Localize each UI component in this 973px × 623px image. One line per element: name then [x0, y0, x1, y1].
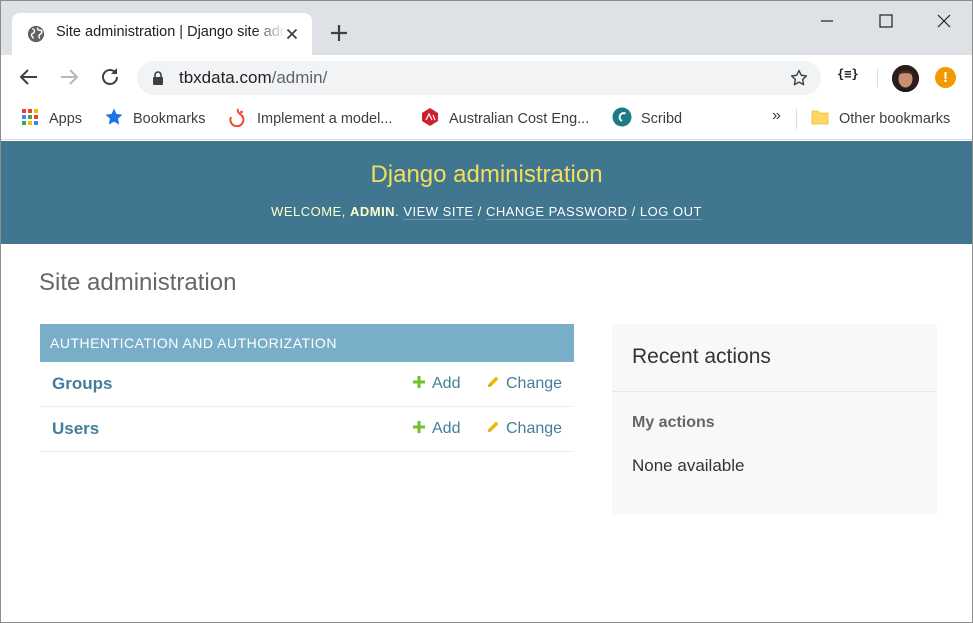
- bookmark-bookmarks[interactable]: Bookmarks: [133, 109, 206, 129]
- tab-title: Site administration | Django site admin: [56, 24, 286, 40]
- reload-icon[interactable]: [98, 65, 122, 89]
- address-bar[interactable]: tbxdata.com/admin/: [137, 61, 821, 95]
- pencil-icon: [488, 421, 499, 432]
- url-path: /admin/: [271, 68, 328, 87]
- my-actions-heading: My actions: [632, 414, 715, 431]
- period: .: [395, 204, 400, 219]
- bookmarks-overflow-chevron[interactable]: »: [772, 107, 781, 125]
- username: admin: [349, 204, 396, 219]
- bookmark-star-icon[interactable]: [789, 68, 809, 88]
- user-tools: Welcome, admin. View site / Change passw…: [1, 204, 972, 220]
- change-label: Change: [506, 420, 563, 437]
- minimize-icon[interactable]: [815, 9, 839, 33]
- back-arrow-icon[interactable]: [17, 65, 41, 89]
- bookmark-implement-a-model[interactable]: Implement a model...: [257, 109, 392, 129]
- update-alert-icon[interactable]: !: [935, 67, 956, 88]
- separator: /: [477, 204, 482, 219]
- change-groups-link[interactable]: Change: [486, 375, 562, 393]
- model-link-groups[interactable]: Groups: [52, 374, 112, 394]
- active-tab[interactable]: Site administration | Django site admin: [12, 13, 312, 55]
- django-header: Django administration Welcome, admin. Vi…: [1, 141, 972, 244]
- lock-icon[interactable]: [152, 71, 164, 85]
- module-caption[interactable]: Authentication and Authorization: [40, 324, 574, 362]
- recent-actions-title: Recent actions: [632, 345, 771, 368]
- change-password-link[interactable]: Change password: [485, 204, 628, 220]
- maximize-icon[interactable]: [874, 9, 898, 33]
- tensorflow-icon[interactable]: [228, 107, 248, 127]
- apps-grid-icon[interactable]: [20, 107, 40, 127]
- model-row-users: Users Add Change: [40, 407, 574, 452]
- page-title: Site administration: [39, 269, 237, 296]
- bookmark-other-bookmarks[interactable]: Other bookmarks: [839, 109, 950, 129]
- new-tab-plus-icon[interactable]: [328, 22, 350, 44]
- close-tab-icon[interactable]: [283, 25, 301, 43]
- bookmark-scribd[interactable]: Scribd: [641, 109, 682, 129]
- acostea-icon[interactable]: [420, 107, 440, 127]
- change-users-link[interactable]: Change: [486, 420, 562, 438]
- browser-toolbar: tbxdata.com/admin/ {≡} !: [1, 55, 972, 99]
- browser-window: Site administration | Django site admin: [0, 0, 973, 623]
- plus-icon: [413, 421, 425, 433]
- json-viewer-extension-icon[interactable]: {≡}: [837, 67, 859, 81]
- recent-divider: [612, 391, 937, 392]
- close-window-icon[interactable]: [932, 9, 956, 33]
- model-row-groups: Groups Add Change: [40, 362, 574, 407]
- folder-icon[interactable]: [810, 107, 830, 127]
- toolbar-divider: [877, 69, 878, 87]
- add-users-link[interactable]: Add: [412, 420, 460, 438]
- log-out-link[interactable]: Log out: [639, 204, 702, 220]
- no-actions-text: None available: [632, 456, 745, 475]
- url-host: tbxdata.com: [179, 68, 272, 87]
- profile-avatar[interactable]: [892, 65, 919, 92]
- avatar-face-icon: [892, 65, 919, 92]
- add-label: Add: [432, 420, 461, 437]
- globe-icon: [27, 25, 45, 43]
- view-site-link[interactable]: View site: [403, 204, 474, 220]
- recent-actions-panel: Recent actions My actions None available: [612, 324, 937, 514]
- add-groups-link[interactable]: Add: [412, 375, 460, 393]
- bookmark-apps[interactable]: Apps: [49, 109, 82, 129]
- separator: /: [631, 204, 636, 219]
- change-label: Change: [506, 375, 563, 392]
- welcome-label: Welcome,: [271, 204, 346, 219]
- plus-icon: [413, 376, 425, 388]
- model-link-users[interactable]: Users: [52, 419, 99, 439]
- scribd-icon[interactable]: [612, 107, 632, 127]
- site-branding[interactable]: Django administration: [1, 161, 972, 189]
- app-module-auth: Authentication and Authorization Groups …: [40, 324, 574, 452]
- bookmark-australian-cost-eng[interactable]: Australian Cost Eng...: [449, 109, 589, 129]
- star-icon[interactable]: [104, 107, 124, 127]
- add-label: Add: [432, 375, 461, 392]
- forward-arrow-icon[interactable]: [57, 65, 81, 89]
- bookmarks-bar: Apps Bookmarks Implement a model... Aust…: [1, 99, 972, 140]
- pencil-icon: [488, 376, 499, 387]
- url-text[interactable]: tbxdata.com/admin/: [179, 68, 327, 88]
- tab-strip: Site administration | Django site admin: [1, 1, 972, 55]
- bookmarks-divider: [796, 109, 797, 129]
